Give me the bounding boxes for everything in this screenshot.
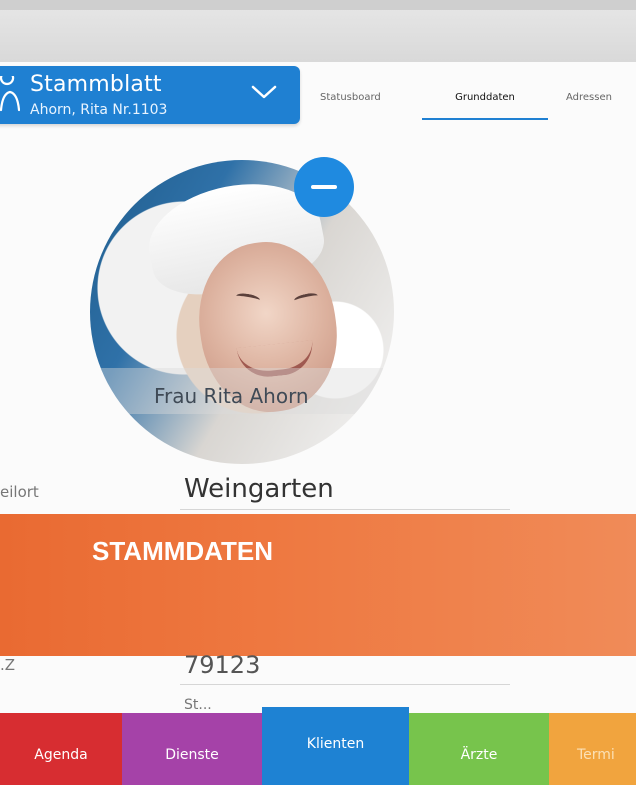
nav-termine[interactable]: Termi [549,713,636,785]
postal-code-label: .Z [0,656,16,674]
top-shadow-bar [0,0,636,70]
nav-agenda[interactable]: Agenda [0,713,122,785]
partial-next-field: St... [184,697,212,711]
nav-termine-label: Termi [577,747,615,763]
person-icon [0,76,20,112]
city-underline [180,509,510,510]
profile-photo: Frau Rita Ahorn [90,160,394,464]
nav-dienste-label: Dienste [165,747,219,763]
banner-title: STAMMDATEN [92,536,274,566]
remove-photo-button[interactable] [294,157,354,217]
city-value[interactable]: Weingarten [184,474,334,504]
nav-agenda-label: Agenda [34,747,88,763]
postal-code-value[interactable]: 79123 [184,651,260,679]
patient-header[interactable]: Stammblatt Ahorn, Rita Nr.1103 [0,66,300,124]
city-label: eilort [0,483,39,501]
header-title: Stammblatt [30,72,162,97]
tab-bar: Statusboard Grunddaten Adressen [310,86,636,122]
nav-dienste[interactable]: Dienste [122,713,262,785]
nav-klienten-label: Klienten [306,736,365,752]
header-subtitle: Ahorn, Rita Nr.1103 [30,102,168,118]
nav-aerzte[interactable]: Ärzte [409,713,549,785]
nav-aerzte-label: Ärzte [460,747,498,763]
postal-code-underline [180,684,510,685]
nav-klienten[interactable]: Klienten [262,707,409,785]
tab-statusboard[interactable]: Statusboard [320,86,381,120]
profile-name: Frau Rita Ahorn [154,384,309,408]
bottom-navigation: Agenda Dienste Klienten Ärzte Termi [0,707,636,785]
tab-grunddaten[interactable]: Grunddaten [422,86,548,120]
stammdaten-banner: STAMMDATEN [0,514,636,656]
chevron-down-icon[interactable] [250,83,278,101]
tab-adressen[interactable]: Adressen [566,86,612,120]
minus-icon [311,185,337,189]
